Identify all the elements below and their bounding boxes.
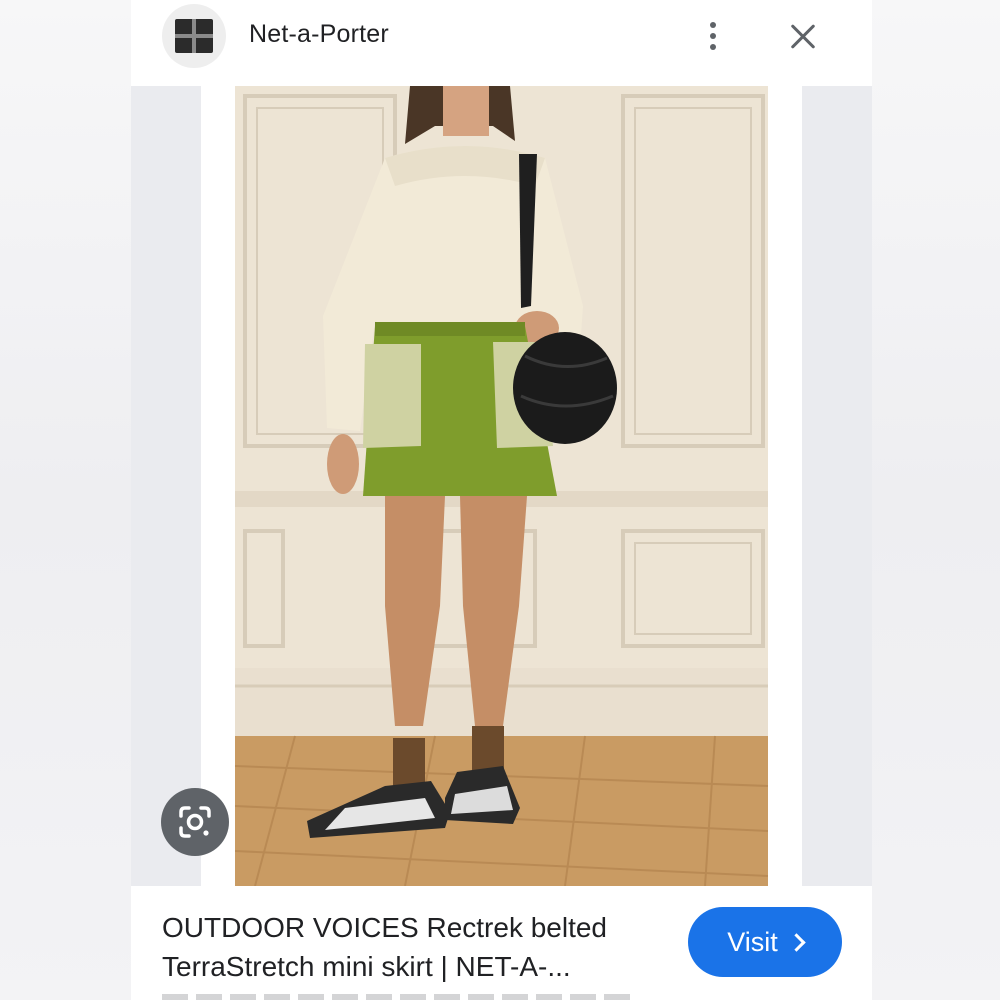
- previous-image-strip[interactable]: [131, 86, 201, 886]
- gift-box-icon: [175, 19, 213, 53]
- site-logo[interactable]: [162, 4, 226, 68]
- result-title-line-1: OUTDOOR VOICES Rectrek belted: [162, 912, 608, 943]
- more-vert-icon[interactable]: [697, 16, 729, 56]
- product-photo[interactable]: [235, 86, 768, 886]
- chevron-right-icon: [787, 933, 806, 952]
- preview-header: Net-a-Porter: [131, 0, 872, 86]
- image-area: [131, 86, 872, 886]
- close-icon[interactable]: [783, 17, 823, 57]
- google-lens-icon[interactable]: [161, 788, 229, 856]
- truncated-text-line: [162, 994, 632, 1000]
- visit-button-label: Visit: [727, 926, 778, 957]
- result-title[interactable]: OUTDOOR VOICES Rectrek belted TerraStret…: [162, 908, 662, 986]
- next-image-strip[interactable]: [802, 86, 872, 886]
- visit-button[interactable]: Visit: [688, 907, 842, 977]
- backdrop-right: [872, 0, 1000, 1000]
- backdrop-left: [0, 0, 131, 1000]
- image-preview-sheet: Net-a-Porter OUTDOOR VOICES Rectrek belt…: [131, 0, 872, 1000]
- site-name[interactable]: Net-a-Porter: [249, 20, 389, 49]
- result-title-line-2: TerraStretch mini skirt | NET-A-...: [162, 951, 571, 982]
- result-footer: OUTDOOR VOICES Rectrek belted TerraStret…: [131, 886, 872, 1000]
